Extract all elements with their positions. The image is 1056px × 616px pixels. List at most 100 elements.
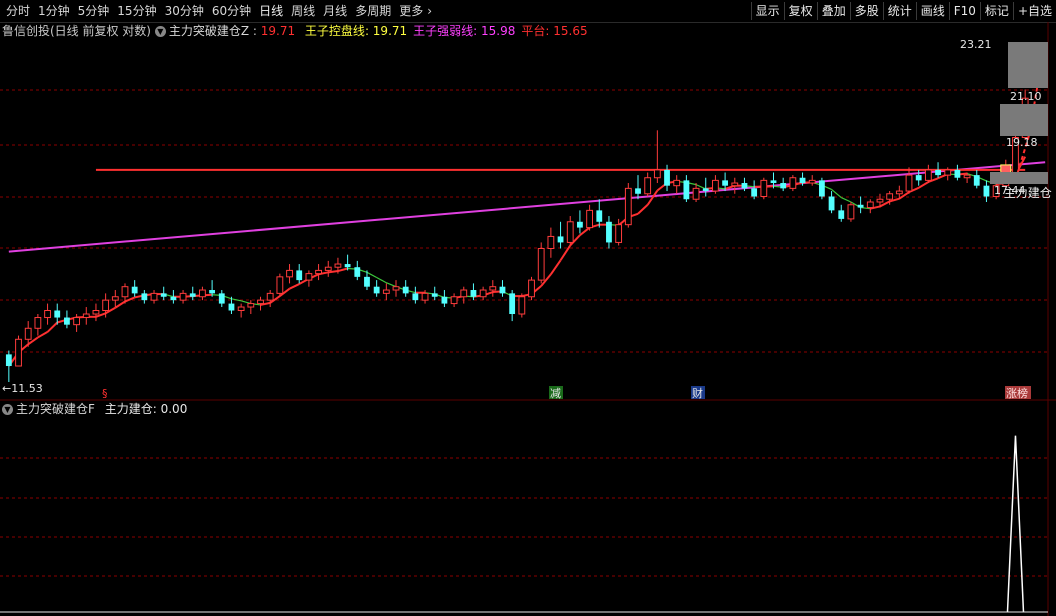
candle-46 — [450, 293, 458, 308]
legend-value: 19.71 — [372, 24, 408, 38]
candle-body-up — [237, 306, 245, 312]
candle-body-up — [731, 182, 739, 187]
kline-chart[interactable]: 主力建仓 23.21 21.10 19.18 17.44 ←11.53 § 减 财 涨榜 — [0, 0, 1056, 616]
candle-24 — [237, 303, 245, 318]
control-line-segment — [231, 298, 242, 302]
control-line-segment — [289, 283, 300, 290]
legend-value: 15.98 — [481, 24, 516, 38]
price-level-label: 19.18 — [1006, 136, 1038, 149]
candle-48 — [470, 283, 477, 301]
control-line-segment — [328, 270, 339, 274]
candle-body-down — [509, 293, 516, 315]
main-panel-header: 鲁信创投(日线 前复权 对数) ▼ 主力突破建仓Z : 19.71 王子控盘线: … — [2, 23, 588, 39]
candle-body-up — [547, 235, 555, 250]
candle-body-down — [838, 210, 845, 219]
candle-body-up — [944, 169, 952, 176]
candle-81 — [789, 175, 797, 192]
control-line-segment — [366, 271, 377, 279]
candle-30 — [296, 264, 303, 284]
candle-body-down — [160, 293, 167, 297]
candle-69 — [673, 175, 681, 194]
candle-body-up — [121, 286, 129, 298]
control-line-segment — [376, 276, 387, 284]
candle-8 — [82, 307, 90, 325]
candle-body-down — [189, 293, 196, 297]
candle-body-down — [741, 183, 748, 189]
candle-body-up — [382, 289, 390, 294]
candle-47 — [460, 286, 468, 304]
sub-indicator-toggle-icon[interactable]: ▼ — [2, 404, 13, 415]
legend-sep: : — [364, 24, 373, 38]
candle-22 — [218, 290, 225, 308]
candle-body-up — [460, 289, 468, 298]
candle-70 — [683, 175, 690, 202]
candle-body-up — [518, 296, 526, 315]
candle-100 — [973, 169, 980, 189]
candle-body-up — [334, 263, 342, 268]
candle-body-up — [586, 209, 593, 229]
control-line-segment — [337, 267, 348, 273]
candle-body-down — [373, 286, 380, 294]
candle-85 — [828, 191, 835, 214]
candle-64 — [624, 183, 632, 228]
candle-body-down — [751, 188, 758, 197]
sub-legend-item-0: 主力建仓: 0.00 — [105, 402, 188, 416]
candle-body-down — [828, 196, 835, 211]
candle-body-up — [199, 289, 206, 298]
candle-51 — [499, 280, 506, 297]
candle-31 — [305, 270, 313, 287]
candle-57 — [557, 221, 564, 249]
candle-body-up — [866, 201, 874, 209]
indicator-toggle-icon[interactable]: ▼ — [154, 26, 166, 37]
candle-65 — [635, 175, 641, 200]
stock-title: 鲁信创投(日线 前复权 对数) — [2, 24, 151, 38]
candle-13 — [131, 280, 138, 297]
event-marker-2: 财 — [692, 386, 703, 400]
candle-26 — [257, 296, 264, 311]
candle-19 — [189, 286, 196, 301]
price-box — [1000, 104, 1048, 136]
candle-75 — [731, 177, 739, 194]
candle-body-up — [392, 286, 400, 291]
candle-body-down — [935, 169, 941, 176]
candle-body-up — [24, 327, 32, 340]
control-line-segment — [550, 259, 562, 275]
legend-item-2: 平台: 15.65 — [521, 24, 587, 38]
candle-36 — [354, 260, 361, 281]
candle-body-up — [760, 179, 768, 197]
candle-80 — [780, 177, 787, 192]
legend-value: 15.65 — [553, 24, 588, 38]
price-level-label: 17.44 — [994, 184, 1026, 197]
candle-body-down — [412, 293, 419, 301]
main-indicator-name[interactable]: 主力突破建仓Z — [169, 24, 249, 38]
control-line-segment — [841, 197, 852, 203]
strength-line — [8, 161, 1046, 253]
candle-93 — [905, 167, 913, 194]
candle-59 — [577, 210, 583, 234]
candle-body-up — [276, 276, 284, 294]
candle-body-down — [973, 175, 980, 186]
candle-68 — [664, 164, 670, 192]
candle-body-up — [808, 179, 816, 184]
candle-body-up — [489, 286, 497, 291]
candle-15 — [150, 290, 158, 304]
event-marker-3: 涨榜 — [1006, 386, 1028, 400]
candle-body-down — [54, 310, 61, 318]
candle-body-down — [5, 354, 12, 367]
candle-body-up — [315, 269, 322, 275]
candle-50 — [489, 280, 497, 297]
candle-body-down — [770, 180, 777, 184]
candle-body-down — [983, 185, 990, 197]
candle-3 — [34, 314, 42, 336]
candle-body-down — [364, 276, 370, 287]
candle-33 — [324, 260, 332, 277]
candle-11 — [111, 290, 119, 308]
sub-indicator-name[interactable]: 主力突破建仓F — [16, 402, 95, 416]
low-price-marker: ←11.53 — [2, 382, 43, 395]
control-line-segment — [386, 282, 397, 288]
control-line-segment — [37, 331, 49, 339]
candle-body-up — [847, 204, 855, 220]
indicator-value-sep: : — [249, 24, 261, 38]
candle-body-down — [296, 270, 303, 281]
candle-14 — [141, 290, 148, 304]
